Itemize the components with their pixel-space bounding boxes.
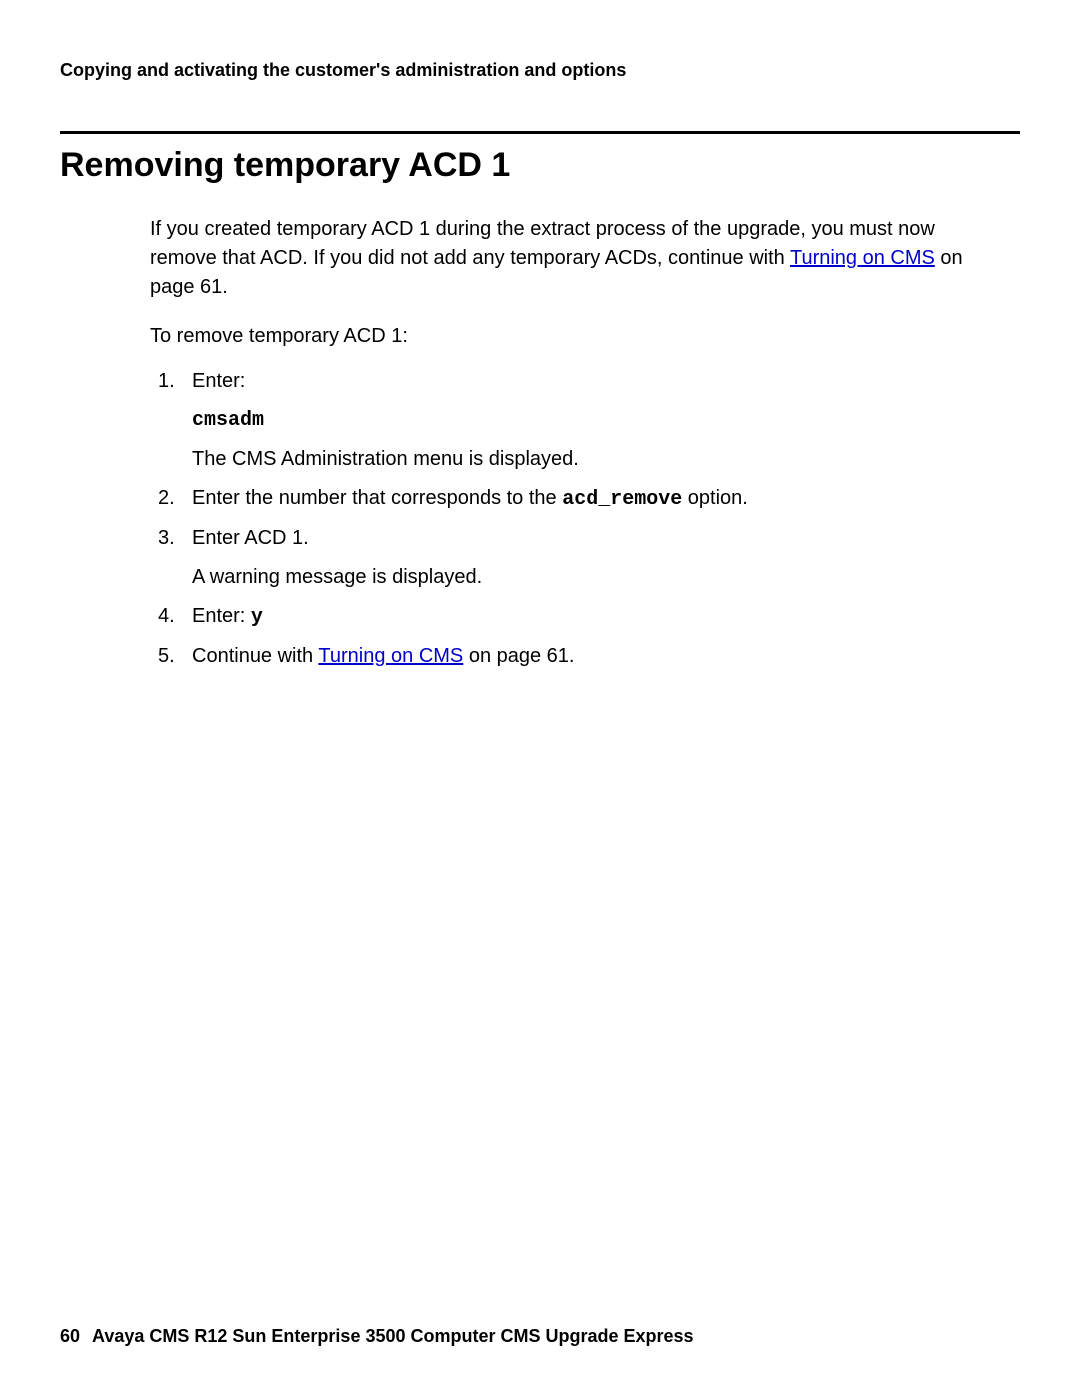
step-1-text: Enter: bbox=[192, 370, 245, 392]
steps-list: 1. Enter: cmsadm The CMS Administration … bbox=[158, 367, 980, 671]
step-1: 1. Enter: cmsadm The CMS Administration … bbox=[158, 367, 980, 474]
page-number: 60 bbox=[60, 1326, 80, 1346]
step-2-code: acd_remove bbox=[562, 488, 682, 511]
step-number: 4. bbox=[158, 602, 175, 631]
section-rule bbox=[60, 131, 1020, 134]
step-number: 3. bbox=[158, 524, 175, 553]
body-block: If you created temporary ACD 1 during th… bbox=[150, 215, 980, 671]
section-title: Removing temporary ACD 1 bbox=[60, 146, 1020, 185]
intro-paragraph: If you created temporary ACD 1 during th… bbox=[150, 215, 980, 302]
step-5-pre: Continue with bbox=[192, 645, 318, 667]
step-2: 2. Enter the number that corresponds to … bbox=[158, 484, 980, 514]
step-5: 5. Continue with Turning on CMS on page … bbox=[158, 642, 980, 671]
step-number: 1. bbox=[158, 367, 175, 396]
step-4-pre: Enter: bbox=[192, 605, 251, 627]
step-1-result: The CMS Administration menu is displayed… bbox=[192, 445, 980, 474]
footer-title: Avaya CMS R12 Sun Enterprise 3500 Comput… bbox=[92, 1326, 694, 1346]
step-number: 5. bbox=[158, 642, 175, 671]
step-4: 4. Enter: y bbox=[158, 602, 980, 632]
step-3-result: A warning message is displayed. bbox=[192, 563, 980, 592]
step-number: 2. bbox=[158, 484, 175, 513]
step-2-post: option. bbox=[682, 487, 748, 509]
step-5-post: on page 61. bbox=[463, 645, 574, 667]
step-3: 3. Enter ACD 1. A warning message is dis… bbox=[158, 524, 980, 592]
page: Copying and activating the customer's ad… bbox=[0, 0, 1080, 1397]
step-4-code: y bbox=[251, 606, 263, 629]
page-footer: 60 Avaya CMS R12 Sun Enterprise 3500 Comp… bbox=[60, 1326, 694, 1347]
running-header: Copying and activating the customer's ad… bbox=[60, 60, 1020, 81]
step-2-pre: Enter the number that corresponds to the bbox=[192, 487, 562, 509]
step-3-text: Enter ACD 1. bbox=[192, 527, 309, 549]
link-turning-on-cms[interactable]: Turning on CMS bbox=[790, 247, 935, 269]
link-turning-on-cms-step[interactable]: Turning on CMS bbox=[318, 645, 463, 667]
step-1-command: cmsadm bbox=[192, 406, 980, 435]
lead-sentence: To remove temporary ACD 1: bbox=[150, 322, 980, 351]
